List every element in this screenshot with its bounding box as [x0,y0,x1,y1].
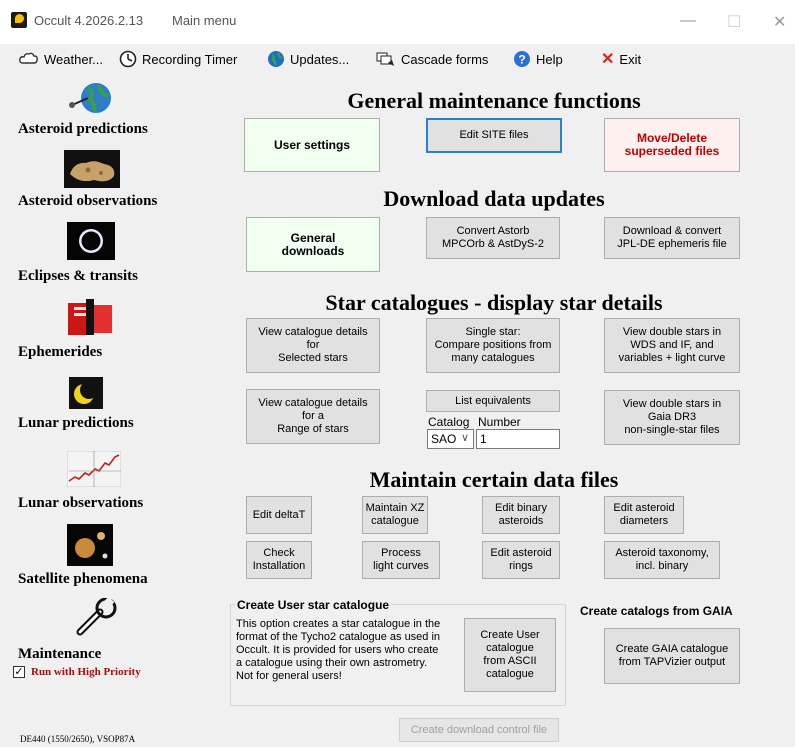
asteroid-taxonomy-button[interactable]: Asteroid taxonomy, incl. binary [604,541,720,579]
menu-exit-label: Exit [619,51,642,67]
process-light-curves-button[interactable]: Process light curves [362,541,440,579]
sidebar-lunar-predictions[interactable]: Lunar predictions [18,415,134,432]
svg-text:?: ? [518,53,525,67]
star-catalogues-heading: Star catalogues - display star details [325,290,663,315]
asteroid-rock-icon[interactable] [64,150,120,188]
general-downloads-button[interactable]: General downloads [246,217,380,272]
close-button[interactable]: ✕ [773,12,786,32]
stopwatch-icon [119,50,137,68]
sidebar-maintenance[interactable]: Maintenance [18,646,101,663]
asteroid-globe-icon[interactable] [68,78,124,118]
user-catalogue-title: Create User star catalogue [235,598,392,612]
menu-help[interactable]: ? Help [513,48,563,70]
edit-site-files-button[interactable]: Edit SITE files [426,118,562,153]
download-updates-heading: Download data updates [383,186,605,211]
list-equivalents-button[interactable]: List equivalents [426,390,560,412]
chevron-down-icon: ∨ [460,432,469,444]
user-catalogue-description: This option creates a star catalogue in … [236,618,441,682]
catalog-select-value: SAO [431,432,457,446]
user-settings-button[interactable]: User settings [244,118,380,172]
edit-deltat-button[interactable]: Edit deltaT [246,496,312,534]
wrench-icon[interactable] [74,598,122,638]
view-selected-stars-button[interactable]: View catalogue details for Selected star… [246,318,380,373]
book-icon[interactable] [64,297,116,339]
single-star-compare-button[interactable]: Single star: Compare positions from many… [426,318,560,373]
menu-cascade-forms[interactable]: Cascade forms [376,48,488,70]
ephemeris-status: DE440 (1550/2650), VSOP87A [20,734,136,744]
menu-recording-timer-label: Recording Timer [142,51,238,67]
download-jpl-de-button[interactable]: Download & convert JPL-DE ephemeris file [604,217,740,259]
high-priority-checkbox[interactable]: ✓ [13,666,25,678]
moon-icon[interactable] [69,377,103,409]
help-icon: ? [514,51,530,67]
catalog-label: Catalog [428,415,470,429]
view-range-stars-button[interactable]: View catalogue details for a Range of st… [246,389,380,444]
menu-updates[interactable]: Updates... [267,48,349,70]
cloud-icon [19,52,38,64]
menu-updates-label: Updates... [290,51,350,67]
catalog-select[interactable]: SAO ∨ [427,429,474,449]
app-icon [11,12,27,28]
gaia-title: Create catalogs from GAIA [580,604,733,618]
window-title: Occult 4.2026.2.13 [34,13,144,28]
sidebar-ephemerides[interactable]: Ephemerides [18,344,102,361]
high-priority-label[interactable]: Run with High Priority [31,666,141,678]
cascade-windows-icon [376,52,394,66]
satellite-planet-icon[interactable] [67,524,113,566]
menu-exit[interactable]: ✕ Exit [601,48,641,70]
sidebar-eclipses-transits[interactable]: Eclipses & transits [18,268,138,285]
star-number-input[interactable]: 1 [476,429,560,449]
menu-help-label: Help [536,51,563,67]
edit-asteroid-rings-button[interactable]: Edit asteroid rings [482,541,560,579]
menu-recording-timer[interactable]: Recording Timer [119,48,237,70]
sidebar-asteroid-predictions[interactable]: Asteroid predictions [18,121,148,138]
exit-x-icon: ✕ [601,51,615,68]
maintain-data-heading: Maintain certain data files [369,467,619,492]
sidebar-lunar-observations[interactable]: Lunar observations [18,495,143,512]
menu-cascade-forms-label: Cascade forms [401,51,489,67]
eclipse-icon[interactable] [67,222,115,260]
check-installation-button[interactable]: Check Installation [246,541,312,579]
maintain-xz-catalogue-button[interactable]: Maintain XZ catalogue [362,496,428,534]
menu-weather-label: Weather... [44,51,104,67]
light-curve-icon[interactable] [67,451,121,487]
general-maintenance-heading: General maintenance functions [347,88,641,113]
view-double-stars-gaia-button[interactable]: View double stars in Gaia DR3 non-single… [604,390,740,445]
globe-icon [268,51,284,67]
convert-astorb-button[interactable]: Convert Astorb MPCOrb & AstDyS-2 [426,217,560,259]
sidebar-satellite-phenomena[interactable]: Satellite phenomena [18,571,148,588]
create-gaia-catalogue-button[interactable]: Create GAIA catalogue from TAPVizier out… [604,628,740,684]
view-double-stars-wds-button[interactable]: View double stars in WDS and IF, and var… [604,318,740,373]
create-download-control-file-button[interactable]: Create download control file [399,718,559,742]
number-label: Number [478,415,521,429]
create-user-catalogue-button[interactable]: Create User catalogue from ASCII catalog… [464,618,556,692]
minimize-button[interactable]: — [680,12,696,30]
move-delete-files-button[interactable]: Move/Delete superseded files [604,118,740,172]
edit-asteroid-diameters-button[interactable]: Edit asteroid diameters [604,496,684,534]
edit-binary-asteroids-button[interactable]: Edit binary asteroids [482,496,560,534]
menu-weather[interactable]: Weather... [19,48,103,70]
maximize-button[interactable]: ☐ [727,12,741,32]
sidebar-asteroid-observations[interactable]: Asteroid observations [18,193,157,210]
window-subtitle: Main menu [172,13,237,28]
